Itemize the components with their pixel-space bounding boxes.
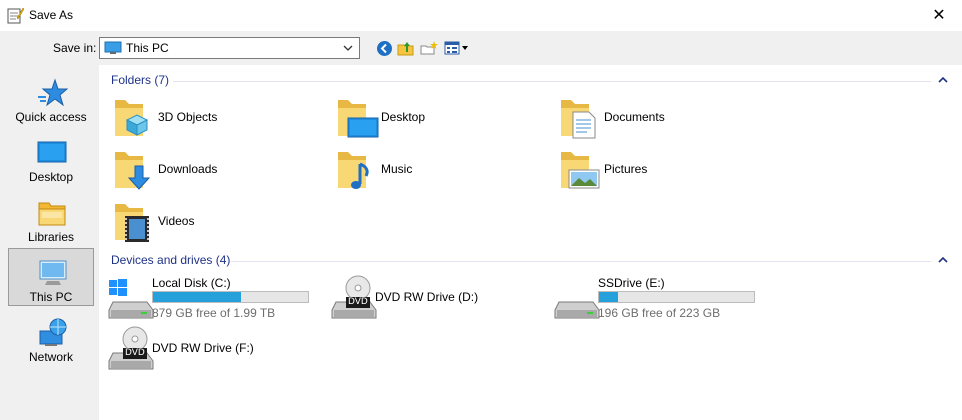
desktop-folder-icon [338,100,379,138]
folder-item-downloads[interactable]: Downloads [113,146,323,194]
windows-disk-icon [108,279,154,319]
dvd-badge: DVD [346,297,370,308]
drive-label: SSDrive (E:) [598,276,665,290]
window-title: Save As [29,8,74,22]
location-combobox[interactable]: This PC [99,37,360,59]
drive-item-d[interactable]: DVD DVD RW Drive (D:) [330,274,550,322]
place-libraries[interactable]: Libraries [8,189,94,247]
group-divider [173,81,931,82]
drive-usage-fill [153,292,242,302]
place-label: This PC [29,290,73,304]
place-label: Network [28,350,73,364]
drive-free-space: 879 GB free of 1.99 TB [152,306,276,320]
toolbar: Save in: This PC [0,31,962,66]
save-in-label: Save in: [53,41,97,55]
folder-item-3d-objects[interactable]: 3D Objects [113,94,323,142]
dvd-badge: DVD [123,348,147,359]
disk-icon [554,301,600,319]
view-menu-icon [444,41,468,55]
location-text: This PC [126,41,169,55]
network-icon [39,318,67,346]
drive-label: DVD RW Drive (D:) [375,290,479,304]
drive-free-space: 196 GB free of 223 GB [598,306,721,320]
desktop-icon [37,141,67,163]
place-desktop[interactable]: Desktop [8,129,94,187]
drive-item-e[interactable]: SSDrive (E:) 196 GB free of 223 GB [553,274,773,322]
drives-group-title: Devices and drives (4) [111,253,231,267]
pc-icon [104,41,122,54]
folder-label: Music [381,162,413,176]
place-label: Desktop [28,170,74,184]
folder-item-videos[interactable]: Videos [113,198,323,246]
places-bar: Quick access Desktop Libraries This PC N… [3,65,95,420]
back-button[interactable] [374,39,394,57]
drive-usage-bar [152,291,309,303]
folders-group-header[interactable]: Folders (7) [111,73,949,89]
file-list: Folders (7) 3D Objects Desktop Documents… [99,65,962,420]
libraries-icon [38,202,66,226]
drive-usage-fill [599,292,618,302]
drive-label: DVD RW Drive (F:) [152,341,254,355]
place-quick-access[interactable]: Quick access [8,69,94,127]
folder-label: Videos [158,214,195,228]
place-this-pc[interactable]: This PC [8,248,94,306]
drive-item-c[interactable]: Local Disk (C:) 879 GB free of 1.99 TB [107,274,327,322]
folder-label: Downloads [158,162,218,176]
documents-folder-icon [561,100,596,139]
3d-objects-folder-icon [115,100,149,136]
collapse-icon[interactable] [937,73,949,87]
collapse-icon[interactable] [937,253,949,267]
folders-group-title: Folders (7) [111,73,170,87]
folder-label: Desktop [381,110,426,124]
videos-folder-icon [115,204,149,242]
folder-label: Documents [604,110,665,124]
folder-item-pictures[interactable]: Pictures [559,146,769,194]
notepad-icon [7,7,24,24]
folder-item-documents[interactable]: Documents [559,94,769,142]
folder-label: 3D Objects [158,110,218,124]
folder-item-desktop[interactable]: Desktop [336,94,546,142]
folder-item-music[interactable]: Music [336,146,546,194]
chevron-down-icon[interactable] [341,40,355,56]
music-folder-icon [338,152,369,189]
up-folder-icon [397,42,414,56]
close-button[interactable]: ✕ [916,0,962,30]
up-folder-button[interactable] [396,39,416,57]
back-icon [376,40,392,56]
drive-usage-bar [598,291,755,303]
title-bar: Save As ✕ [0,0,962,31]
drive-item-f[interactable]: DVD DVD RW Drive (F:) [107,325,327,373]
pictures-folder-icon [561,152,600,189]
downloads-folder-icon [115,152,151,190]
place-network[interactable]: Network [8,309,94,367]
star-icon [38,78,68,107]
drive-label: Local Disk (C:) [152,276,231,290]
close-icon: ✕ [932,7,946,24]
place-label: Quick access [15,110,87,124]
pc-icon [39,260,67,285]
new-folder-button[interactable] [419,39,439,57]
group-divider [231,261,931,262]
folder-label: Pictures [604,162,648,176]
drives-group-header[interactable]: Devices and drives (4) [111,253,949,269]
new-folder-icon [420,41,438,55]
view-menu-button[interactable] [444,39,470,57]
place-label: Libraries [27,230,75,244]
